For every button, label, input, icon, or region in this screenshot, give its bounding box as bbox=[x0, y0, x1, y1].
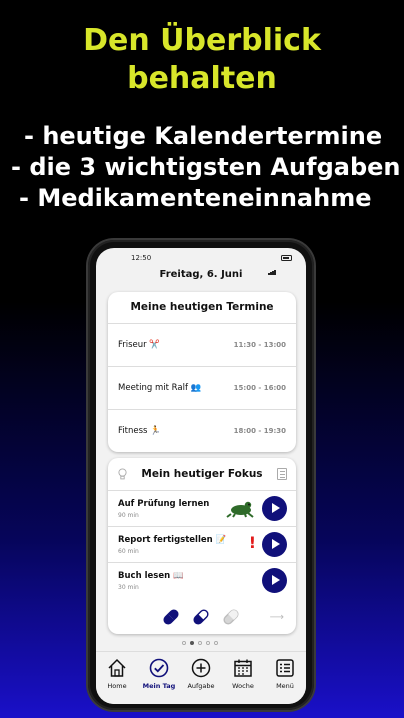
notes-icon[interactable] bbox=[277, 468, 287, 480]
battery-icon bbox=[281, 255, 292, 261]
page-dot[interactable] bbox=[182, 641, 186, 645]
appointment-time: 15:00 - 16:00 bbox=[233, 384, 286, 392]
check-circle-icon bbox=[149, 658, 169, 678]
tab-label: Woche bbox=[232, 682, 254, 690]
status-bar: 12:50 bbox=[96, 248, 306, 275]
tab-woche[interactable]: Woche bbox=[222, 652, 264, 702]
tab-label: Aufgabe bbox=[187, 682, 215, 690]
appointment-name: Friseur ✂️ bbox=[118, 340, 160, 350]
headline-line-1: Den Überblick bbox=[83, 23, 321, 58]
tab-label: Home bbox=[107, 682, 127, 690]
appointments-title: Meine heutigen Termine bbox=[130, 301, 274, 313]
task-duration: 30 min bbox=[118, 584, 139, 591]
appointment-row[interactable]: Friseur ✂️ 11:30 - 13:00 bbox=[108, 323, 296, 366]
focus-title: Mein heutiger Fokus bbox=[141, 468, 263, 480]
play-button[interactable] bbox=[262, 496, 287, 521]
phone-screen: 12:50 Freitag, 6. Juni Meine heutigen Te… bbox=[96, 248, 306, 704]
promo-headline: Den Überblick behalten bbox=[0, 22, 404, 98]
tab-home[interactable]: Home bbox=[96, 652, 138, 702]
priority-marker: ! bbox=[248, 533, 256, 552]
bullet-item: - Medikamenteneinnahme bbox=[19, 184, 372, 212]
page-dot[interactable] bbox=[214, 641, 218, 645]
focus-card: Mein heutiger Fokus Auf Prüfung lernen 9… bbox=[108, 458, 296, 634]
page-dot[interactable] bbox=[190, 641, 194, 645]
tab-label: Menü bbox=[276, 682, 294, 690]
appointment-time: 18:00 - 19:30 bbox=[233, 427, 286, 435]
task-name: Buch lesen 📖 bbox=[118, 571, 184, 581]
task-duration: 90 min bbox=[118, 512, 139, 519]
headline-line-2: behalten bbox=[127, 61, 277, 96]
tab-mein-tag[interactable]: Mein Tag bbox=[138, 652, 180, 702]
appointment-row[interactable]: Fitness 🏃 18:00 - 19:30 bbox=[108, 409, 296, 452]
task-row[interactable]: Auf Prüfung lernen 90 min bbox=[108, 490, 296, 526]
pill-icon[interactable] bbox=[191, 607, 211, 627]
tab-label: Mein Tag bbox=[142, 682, 176, 690]
promo-bullets: - heutige Kalendertermine - die 3 wichti… bbox=[0, 121, 404, 214]
status-time: 12:50 bbox=[131, 254, 152, 262]
menu-list-icon bbox=[276, 659, 294, 677]
bottom-tab-bar: Home Mein Tag Aufgabe Woche Menü bbox=[96, 651, 306, 704]
bullet-item: - die 3 wichtigsten Aufgaben bbox=[11, 153, 401, 181]
appointment-name: Fitness 🏃 bbox=[118, 426, 161, 436]
appointment-name: Meeting mit Ralf 👥 bbox=[118, 383, 202, 393]
play-button[interactable] bbox=[262, 532, 287, 557]
appointments-card: Meine heutigen Termine Friseur ✂️ 11:30 … bbox=[108, 292, 296, 452]
signal-icon bbox=[268, 256, 278, 275]
task-name: Auf Prüfung lernen bbox=[118, 499, 210, 509]
page-indicator bbox=[182, 641, 222, 647]
frog-icon bbox=[226, 501, 254, 518]
appointment-row[interactable]: Meeting mit Ralf 👥 15:00 - 16:00 bbox=[108, 366, 296, 409]
page-dot[interactable] bbox=[198, 641, 202, 645]
page-title: Freitag, 6. Juni bbox=[159, 269, 243, 280]
task-duration: 60 min bbox=[118, 548, 139, 555]
tab-menu[interactable]: Menü bbox=[264, 652, 306, 702]
task-row[interactable]: Buch lesen 📖 30 min bbox=[108, 562, 296, 598]
medication-tracker: ⟶ bbox=[108, 606, 296, 626]
task-name: Report fertigstellen 📝 bbox=[118, 535, 227, 545]
arrow-right-icon[interactable]: ⟶ bbox=[270, 612, 284, 623]
plus-circle-icon bbox=[191, 658, 211, 678]
bullet-item: - heutige Kalendertermine bbox=[24, 122, 383, 150]
home-icon bbox=[108, 658, 126, 677]
task-row[interactable]: Report fertigstellen 📝 60 min ! bbox=[108, 526, 296, 562]
pill-icon[interactable] bbox=[221, 607, 241, 627]
play-button[interactable] bbox=[262, 568, 287, 593]
page-dot[interactable] bbox=[206, 641, 210, 645]
calendar-icon bbox=[234, 659, 252, 677]
tab-aufgabe[interactable]: Aufgabe bbox=[180, 652, 222, 702]
appointment-time: 11:30 - 13:00 bbox=[233, 341, 286, 349]
pill-icon[interactable] bbox=[161, 607, 181, 627]
